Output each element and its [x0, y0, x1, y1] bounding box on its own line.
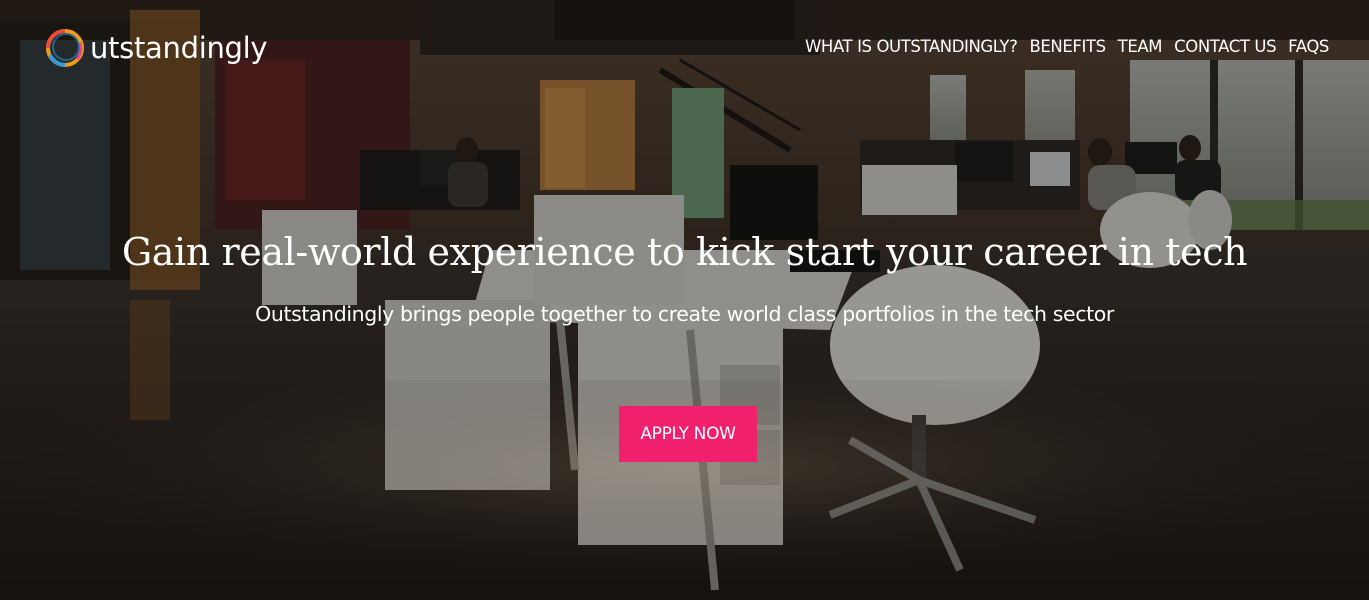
hero-headline: Gain real-world experience to kick start…	[121, 230, 1248, 274]
nav-item-faqs: FAQS	[1288, 35, 1329, 59]
top-navbar: utstandingly WHAT IS OUTSTANDINGLY? BENE…	[0, 0, 1369, 95]
hero-subheadline: Outstandingly brings people together to …	[255, 302, 1114, 326]
main-nav-menu: WHAT IS OUTSTANDINGLY? BENEFITS TEAM CON…	[805, 35, 1329, 59]
nav-item-team: TEAM	[1118, 35, 1163, 59]
nav-link-what-is-outstandingly[interactable]: WHAT IS OUTSTANDINGLY?	[805, 37, 1018, 56]
nav-link-contact-us[interactable]: CONTACT US	[1174, 37, 1276, 56]
brand-name: utstandingly	[90, 31, 268, 65]
nav-link-team[interactable]: TEAM	[1118, 37, 1163, 56]
nav-item-contact: CONTACT US	[1174, 35, 1276, 59]
brand-logo[interactable]: utstandingly	[42, 24, 268, 72]
nav-item-benefits: BENEFITS	[1029, 35, 1106, 59]
nav-link-faqs[interactable]: FAQS	[1288, 37, 1329, 56]
nav-link-benefits[interactable]: BENEFITS	[1029, 37, 1106, 56]
nav-item-what-is: WHAT IS OUTSTANDINGLY?	[805, 35, 1018, 59]
apply-now-button[interactable]: APPLY NOW	[619, 406, 757, 462]
hero-section: utstandingly WHAT IS OUTSTANDINGLY? BENE…	[0, 0, 1369, 600]
swirl-ring-logo-icon	[46, 29, 84, 67]
